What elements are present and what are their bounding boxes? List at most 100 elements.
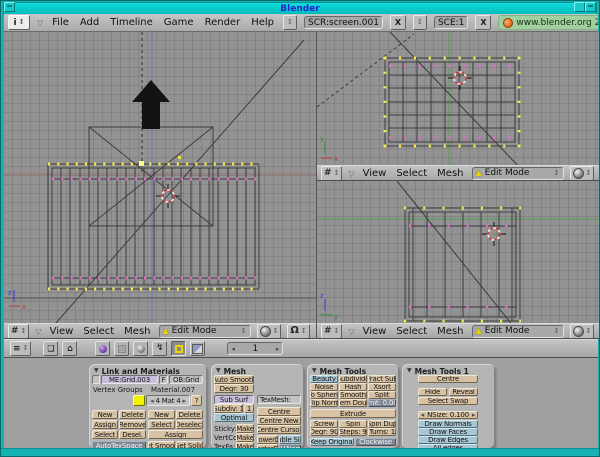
maximize-button[interactable] [574,2,585,12]
material-deselect-button[interactable]: Deselect [176,420,203,429]
fake-user-button[interactable]: F [159,375,168,384]
screen-selector[interactable]: SCR:screen.001 [304,16,383,29]
draw-type-button[interactable]: ↕ [570,166,595,181]
next-icon[interactable]: ▸ [472,411,475,419]
menu-mesh[interactable]: Mesh [435,168,465,179]
window-view-button[interactable]: ❑ [43,341,58,356]
remove-doubles-button[interactable]: Rem Doub [339,399,367,407]
panel-align-button[interactable]: ≡↕ [10,341,31,356]
degr-field[interactable]: Degr: 30 [214,384,254,393]
spin-dup-button[interactable]: Spin Dup [368,420,396,428]
side-viewport-canvas[interactable]: z y [317,181,599,323]
home-button[interactable]: ⌂ [62,341,77,356]
nsize-slider[interactable]: ◂NSize: 0.100▸ [418,411,478,419]
limit-field[interactable]: Limit: 0.001 [368,399,396,407]
scene-context-button[interactable] [190,341,205,356]
slower-draw-button[interactable]: SlowerDr [257,435,278,444]
draw-edges-toggle[interactable]: Draw Edges [418,436,478,444]
subdivide-button[interactable]: Subdivide [339,375,367,383]
mode-dropdown[interactable]: ▲Edit Mode↕ [472,325,564,338]
menu-timeline[interactable]: Timeline [108,17,155,28]
menu-view[interactable]: View [361,326,389,337]
turns-field[interactable]: Turns: 1 [368,428,396,436]
menu-select[interactable]: Select [81,326,116,337]
vgroup-delete-button[interactable]: Delete [119,410,146,419]
draw-type-button[interactable]: ↕ [570,324,595,339]
shading-context-button[interactable] [133,341,148,356]
keep-original-toggle[interactable]: Keep Original [310,438,354,446]
front-viewport-canvas[interactable]: z x [4,32,316,323]
vgroup-assign-button[interactable]: Assign [92,420,118,429]
spin-button[interactable]: Spin [339,420,367,428]
next-icon[interactable]: ▸ [183,397,186,405]
draw-type-button[interactable]: ↕ [257,324,282,339]
centre-cursor-button[interactable]: Centre Cursor [257,425,301,434]
menu-view[interactable]: View [48,326,76,337]
vgroup-deselect-button[interactable]: Desel. [119,430,146,439]
material-color-swatch[interactable] [133,395,145,406]
menu-help[interactable]: Help [249,17,276,28]
hide-button[interactable]: Hide [418,388,447,396]
material-delete-button[interactable]: Delete [176,410,203,419]
script-context-button[interactable] [114,341,129,356]
texmesh-field[interactable]: TexMesh: [257,395,301,404]
auto-smooth-toggle[interactable]: Auto Smooth [214,375,254,384]
split-button[interactable]: Split [368,391,396,399]
hash-button[interactable]: Hash [339,383,367,391]
menu-view[interactable]: View [361,168,389,179]
xsort-button[interactable]: Xsort [368,383,396,391]
vgroup-remove-button[interactable]: Remove [119,420,146,429]
frame-next-icon[interactable]: ▸ [276,345,280,353]
optimal-toggle[interactable]: Optimal [214,413,254,422]
extrude-button[interactable]: Extrude [310,409,396,418]
scene-browse-button[interactable]: ↕ [413,15,427,30]
menu-select[interactable]: Select [394,168,429,179]
draw-normals-toggle[interactable]: Draw Normals [418,420,478,428]
prev-icon[interactable]: ◂ [150,397,153,405]
menu-render[interactable]: Render [203,17,243,28]
frame-stepper[interactable]: ◂1▸ [227,342,283,355]
scene-selector[interactable]: SCE:1 [434,16,468,29]
shade-button[interactable] [585,2,596,12]
beauty-toggle[interactable]: Beauty [310,375,338,383]
clockwise-toggle[interactable]: Clockwise [355,438,396,446]
select-swap-button[interactable]: Select Swap [418,397,478,405]
menu-add[interactable]: Add [78,17,101,28]
frame-prev-icon[interactable]: ◂ [231,345,235,353]
scene-close-button[interactable]: X [475,15,491,30]
material-assign-button[interactable]: Assign [148,430,203,439]
mode-dropdown[interactable]: ▲Edit Mode↕ [159,325,251,338]
subdiv-render-field[interactable]: 1 [244,404,254,413]
fract-subdivide-button[interactable]: Fract Sub [368,375,396,383]
material-new-button[interactable]: New [148,410,175,419]
draw-faces-toggle[interactable]: Draw Faces [418,428,478,436]
double-sided-toggle[interactable]: Double Sided [279,435,301,444]
subdiv-field[interactable]: Subdiv: 1 [214,404,243,413]
steps-field[interactable]: Steps: 9 [339,428,367,436]
window-menu-button[interactable] [4,2,15,12]
screen-close-button[interactable]: X [390,15,406,30]
pivot-button[interactable]: Ω↕ [287,324,309,339]
vertcol-make-button[interactable]: Make [236,433,254,442]
logic-context-button[interactable] [95,341,110,356]
subsurf-toggle[interactable]: Sub Surf [214,395,254,404]
viewport-type-button[interactable]: #↕ [8,324,29,339]
material-help-button[interactable]: ? [191,395,202,406]
vgroup-new-button[interactable]: New [92,410,118,419]
mesh-name-field[interactable]: ME:Grid.003 [101,375,158,384]
menu-game[interactable]: Game [162,17,196,28]
object-context-button[interactable]: ↯ [152,341,167,356]
menu-mesh[interactable]: Mesh [435,326,465,337]
menu-select[interactable]: Select [394,326,429,337]
to-sphere-button[interactable]: To Sphere [310,391,338,399]
screen-browse-button[interactable]: ↕ [283,15,297,30]
collapse-icon[interactable]: ▽ [37,18,43,27]
mesh-browse-button[interactable] [92,375,100,384]
centre-new-button[interactable]: Centre New [257,416,301,425]
mode-dropdown[interactable]: ▲Edit Mode↕ [472,167,564,180]
centre-button[interactable]: Centre [257,407,301,416]
sticky-make-button[interactable]: Make [236,424,254,433]
reveal-button[interactable]: Reveal [449,388,478,396]
menu-mesh[interactable]: Mesh [122,326,152,337]
viewport-type-button[interactable]: #↕ [321,166,342,181]
